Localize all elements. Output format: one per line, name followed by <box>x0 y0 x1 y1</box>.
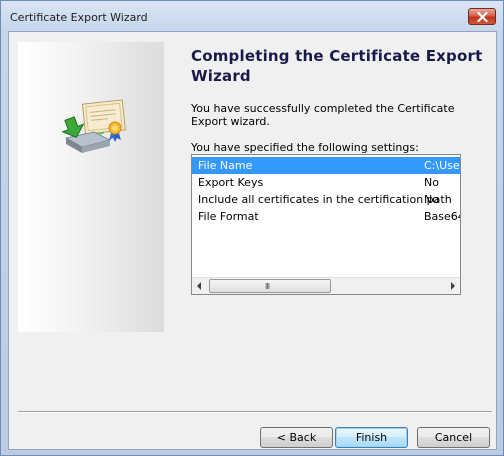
scrollbar-grip: III <box>265 282 270 291</box>
setting-value: No <box>424 193 439 206</box>
back-button[interactable]: < Back <box>260 427 333 448</box>
setting-name: Include all certificates in the certific… <box>198 193 452 206</box>
settings-row-export-keys[interactable]: Export Keys No <box>192 174 460 191</box>
setting-value: Base64 <box>424 210 461 223</box>
settings-rows: File Name C:\User Export Keys No Include… <box>192 157 460 225</box>
wizard-page: Completing the Certificate Export Wizard… <box>8 31 497 450</box>
settings-row-file-name[interactable]: File Name C:\User <box>192 157 460 174</box>
completion-message: You have successfully completed the Cert… <box>191 102 455 128</box>
setting-name: Export Keys <box>198 176 264 189</box>
close-button[interactable] <box>468 8 496 25</box>
settings-label: You have specified the following setting… <box>191 141 419 154</box>
close-icon <box>476 11 488 22</box>
page-title: Completing the Certificate Export Wizard <box>191 47 483 85</box>
setting-name: File Format <box>198 210 259 223</box>
cancel-button[interactable]: Cancel <box>417 427 490 448</box>
side-panel <box>18 42 164 332</box>
setting-name: File Name <box>198 159 253 172</box>
scroll-right-icon[interactable] <box>450 282 456 290</box>
scrollbar-thumb[interactable]: III <box>209 279 331 293</box>
settings-list[interactable]: File Name C:\User Export Keys No Include… <box>191 154 461 295</box>
setting-value: C:\User <box>424 159 461 172</box>
settings-row-include-path[interactable]: Include all certificates in the certific… <box>192 191 460 208</box>
footer-divider <box>18 411 492 413</box>
title-bar[interactable]: Certificate Export Wizard <box>1 1 503 31</box>
finish-button[interactable]: Finish <box>335 427 408 448</box>
settings-row-file-format[interactable]: File Format Base64 <box>192 208 460 225</box>
setting-value: No <box>424 176 439 189</box>
window-title: Certificate Export Wizard <box>10 11 148 24</box>
scroll-left-icon[interactable] <box>196 282 202 290</box>
wizard-window: Certificate Export Wizard Completing the… <box>0 0 504 456</box>
certificate-export-icon <box>61 99 126 153</box>
horizontal-scrollbar[interactable]: III <box>192 277 460 294</box>
